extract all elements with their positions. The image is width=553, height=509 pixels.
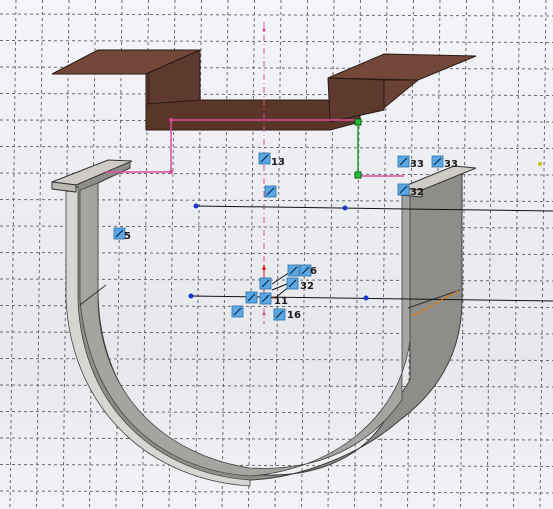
sheet-bottom-panel bbox=[145, 99, 361, 131]
grid-line bbox=[0, 146, 553, 149]
sketch-point[interactable] bbox=[342, 205, 348, 211]
grid-line bbox=[248, 0, 255, 509]
grid-line bbox=[0, 437, 553, 441]
endpoint-handle[interactable] bbox=[354, 171, 362, 179]
relation-label: 33 bbox=[410, 159, 424, 170]
sheet-right-top bbox=[327, 53, 477, 81]
relation-label: 33 bbox=[444, 159, 458, 170]
grid-line bbox=[0, 490, 553, 494]
relation-label: 32 bbox=[300, 281, 314, 292]
grid-line bbox=[0, 13, 553, 17]
grid-line bbox=[36, 0, 43, 509]
relation-label: 32 bbox=[410, 187, 424, 198]
relation-label: 6 bbox=[310, 266, 317, 277]
sketch-point[interactable] bbox=[193, 203, 199, 209]
grid-line bbox=[0, 411, 553, 414]
relation-label: 13 bbox=[271, 157, 285, 168]
grid-line bbox=[274, 0, 282, 509]
relation-label: 5 bbox=[124, 231, 131, 242]
sheet-right-inner bbox=[383, 79, 420, 110]
grid-line bbox=[221, 0, 229, 509]
grid-line bbox=[0, 93, 553, 96]
grid-line bbox=[0, 40, 553, 43]
grid-line bbox=[301, 0, 308, 509]
model-canvas[interactable]: 13 33 33 32 5 6 32 11 16 bbox=[0, 0, 553, 509]
axis-line-upper bbox=[195, 205, 553, 212]
relation-label: 16 bbox=[287, 310, 301, 321]
endpoint-handle[interactable] bbox=[354, 118, 362, 126]
sheet-right-front bbox=[327, 77, 385, 123]
graphics-viewport[interactable]: 13 33 33 32 5 6 32 11 16 bbox=[0, 0, 553, 509]
axis-line-lower bbox=[190, 295, 553, 302]
sketch-point[interactable] bbox=[188, 293, 194, 299]
grid-line bbox=[115, 0, 123, 509]
sketch-point[interactable] bbox=[363, 295, 369, 301]
grid-line bbox=[0, 464, 553, 467]
relation-label: 11 bbox=[274, 296, 288, 307]
grid-line bbox=[9, 0, 17, 509]
